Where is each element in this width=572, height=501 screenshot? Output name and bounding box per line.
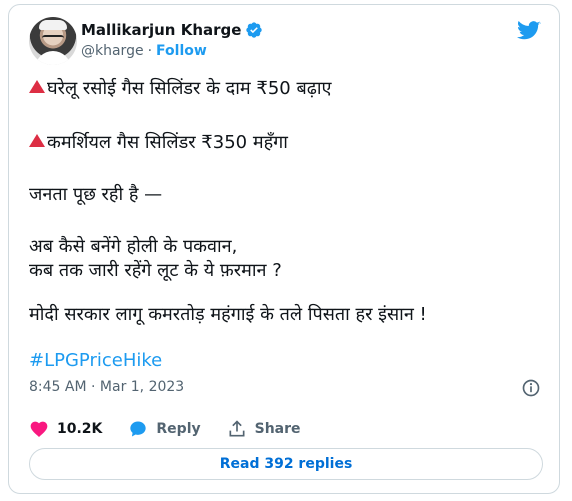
author-handle-row: @kharge · Follow — [81, 43, 207, 59]
tweet-line-6: मोदी सरकार लागू कमरतोड़ महंगाई के तले पि… — [29, 304, 427, 325]
tweet-date: Mar 1, 2023 — [99, 379, 185, 395]
share-label: Share — [254, 421, 301, 437]
red-triangle-icon — [29, 134, 45, 147]
avatar-shirt — [35, 51, 71, 65]
tweet-timestamp[interactable]: 8:45 AM · Mar 1, 2023 — [29, 379, 184, 395]
red-triangle-icon — [29, 80, 45, 93]
like-count: 10.2K — [57, 421, 103, 437]
author-handle[interactable]: @kharge — [81, 43, 144, 59]
tweet-line-4: अब कैसे बनेंगे होली के पकवान, — [29, 236, 238, 257]
hashtag-link[interactable]: #LPGPriceHike — [29, 349, 162, 373]
tweet-card: Mallikarjun Kharge @kharge · Follow घरेल… — [8, 4, 560, 494]
follow-button[interactable]: Follow — [156, 43, 207, 59]
reply-bubble-icon — [130, 421, 147, 437]
info-icon[interactable] — [521, 378, 541, 398]
tweet-line-3: जनता पूछ रही है — — [29, 184, 163, 205]
action-bar: 10.2K Reply Share — [29, 419, 327, 439]
handle-separator: · — [147, 43, 153, 59]
author-name-row[interactable]: Mallikarjun Kharge — [81, 21, 263, 39]
heart-icon — [30, 421, 48, 437]
share-icon — [229, 420, 245, 437]
twitter-bird-icon[interactable] — [517, 21, 541, 41]
avatar-glasses — [42, 35, 64, 43]
avatar[interactable] — [29, 17, 77, 65]
read-replies-button[interactable]: Read 392 replies — [29, 448, 543, 480]
tweet-line-2: कमर्शियल गैस सिलिंडर ₹350 महँगा — [29, 131, 288, 155]
reply-button[interactable]: Reply — [128, 419, 201, 439]
date-separator: · — [91, 379, 96, 395]
tweet-time: 8:45 AM — [29, 379, 87, 395]
avatar-hair — [39, 20, 67, 30]
author-name[interactable]: Mallikarjun Kharge — [81, 21, 241, 39]
tweet-line-1: घरेलू रसोई गैस सिलिंडर के दाम ₹50 बढ़ाए — [29, 77, 331, 101]
reply-label: Reply — [156, 421, 201, 437]
verified-badge-icon — [246, 22, 263, 38]
tweet-line-5: कब तक जारी रहेंगे लूट के ये फ़रमान ? — [29, 260, 282, 281]
share-button[interactable]: Share — [227, 419, 301, 439]
like-button[interactable]: 10.2K — [29, 419, 102, 439]
